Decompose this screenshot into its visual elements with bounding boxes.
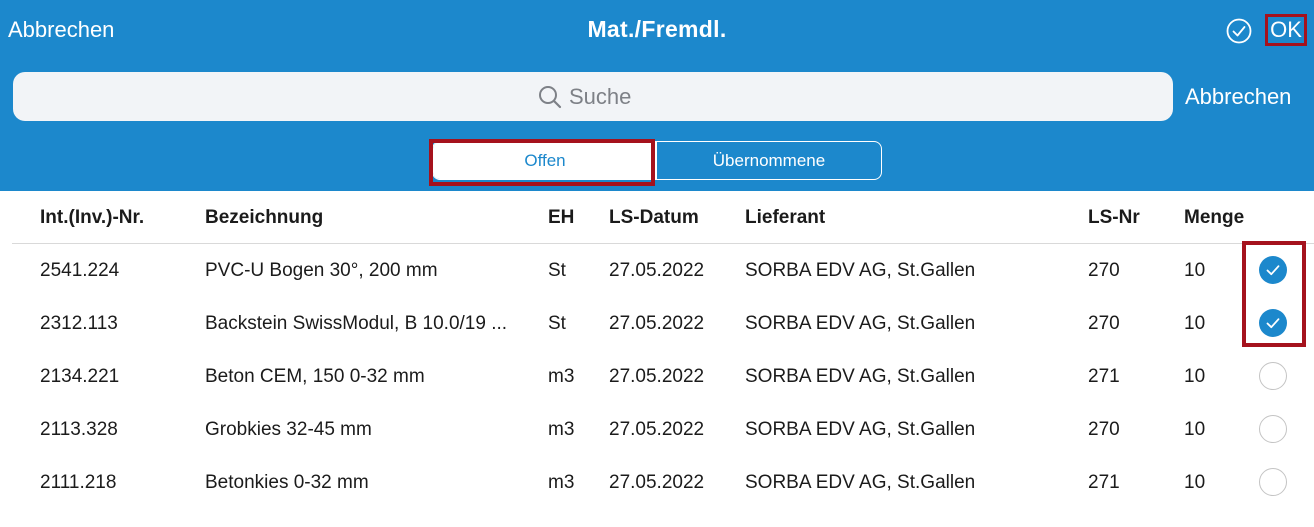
column-header-ls-nr: LS-Nr (1088, 207, 1140, 228)
cell-menge: 10 (1184, 366, 1206, 387)
cell-nr: 2113.328 (40, 419, 118, 440)
cell-ls-datum: 27.05.2022 (609, 260, 705, 281)
search-bar[interactable] (13, 72, 1173, 121)
cell-ls-nr: 271 (1088, 366, 1120, 387)
cell-ls-nr: 270 (1088, 313, 1120, 334)
check-all-icon[interactable] (1226, 18, 1252, 44)
cell-eh: m3 (548, 366, 575, 387)
segmented-control: Offen Übernommene (432, 141, 882, 180)
cell-lieferant: SORBA EDV AG, St.Gallen (745, 419, 976, 440)
cell-ls-datum: 27.05.2022 (609, 472, 705, 493)
cell-nr: 2111.218 (40, 472, 117, 493)
cell-nr: 2312.113 (40, 313, 118, 334)
search-input[interactable] (569, 83, 649, 110)
search-icon (539, 85, 562, 108)
column-header-eh: EH (548, 207, 575, 228)
cell-ls-nr: 270 (1088, 260, 1120, 281)
table-row[interactable]: 2134.221 Beton CEM, 150 0-32 mm m3 27.05… (0, 350, 1314, 403)
cell-bezeichnung: Backstein SwissModul, B 10.0/19 ... (205, 313, 508, 334)
table-row[interactable]: 2541.224 PVC-U Bogen 30°, 200 mm St 27.0… (0, 244, 1314, 297)
unchecked-circle-icon[interactable] (1259, 362, 1287, 390)
cell-lieferant: SORBA EDV AG, St.Gallen (745, 472, 976, 493)
unchecked-circle-icon[interactable] (1259, 468, 1287, 496)
column-header-menge: Menge (1184, 207, 1245, 228)
checked-circle-icon[interactable] (1259, 309, 1287, 337)
cell-eh: m3 (548, 419, 575, 440)
cell-eh: m3 (548, 472, 575, 493)
tab-offen[interactable]: Offen (433, 142, 657, 179)
cell-bezeichnung: PVC-U Bogen 30°, 200 mm (205, 260, 438, 281)
column-header-ls-datum: LS-Datum (609, 207, 699, 228)
cell-lieferant: SORBA EDV AG, St.Gallen (745, 260, 976, 281)
cell-ls-datum: 27.05.2022 (609, 366, 705, 387)
checked-circle-icon[interactable] (1259, 256, 1287, 284)
cell-ls-nr: 270 (1088, 419, 1120, 440)
table-row[interactable]: 2111.218 Betonkies 0-32 mm m3 27.05.2022… (0, 456, 1314, 509)
cell-lieferant: SORBA EDV AG, St.Gallen (745, 366, 976, 387)
table-row[interactable]: 2113.328 Grobkies 32-45 mm m3 27.05.2022… (0, 403, 1314, 456)
search-cancel-button[interactable]: Abbrechen (1185, 84, 1291, 110)
cell-bezeichnung: Beton CEM, 150 0-32 mm (205, 366, 425, 387)
cell-menge: 10 (1184, 419, 1206, 440)
column-header-nr: Int.(Inv.)-Nr. (40, 207, 145, 228)
cell-bezeichnung: Grobkies 32-45 mm (205, 419, 372, 440)
column-header-lieferant: Lieferant (745, 207, 826, 228)
cell-lieferant: SORBA EDV AG, St.Gallen (745, 313, 976, 334)
cell-ls-nr: 271 (1088, 472, 1120, 493)
tab-uebernommene[interactable]: Übernommene (657, 142, 881, 179)
unchecked-circle-icon[interactable] (1259, 415, 1287, 443)
cell-eh: St (548, 313, 566, 334)
cell-menge: 10 (1184, 313, 1206, 334)
cell-ls-datum: 27.05.2022 (609, 313, 705, 334)
ok-button[interactable]: OK (1265, 14, 1307, 46)
column-header-bezeichnung: Bezeichnung (205, 207, 324, 228)
nav-header: Abbrechen Mat./Fremdl. OK Abbrechen Offe… (0, 0, 1314, 191)
cell-menge: 10 (1184, 472, 1206, 493)
table-row[interactable]: 2312.113 Backstein SwissModul, B 10.0/19… (0, 297, 1314, 350)
page-title: Mat./Fremdl. (587, 16, 727, 42)
cell-nr: 2134.221 (40, 366, 120, 387)
cell-eh: St (548, 260, 566, 281)
cell-menge: 10 (1184, 260, 1206, 281)
cell-ls-datum: 27.05.2022 (609, 419, 705, 440)
cell-bezeichnung: Betonkies 0-32 mm (205, 472, 369, 493)
cell-nr: 2541.224 (40, 260, 120, 281)
